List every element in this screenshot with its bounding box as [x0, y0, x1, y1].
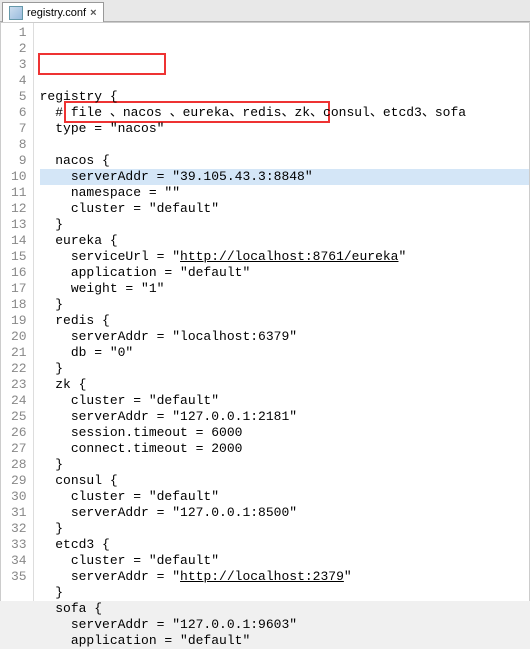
line-number: 9 — [11, 153, 27, 169]
line-number: 20 — [11, 329, 27, 345]
line-number: 11 — [11, 185, 27, 201]
line-number: 1 — [11, 25, 27, 41]
line-number: 24 — [11, 393, 27, 409]
highlight-box-type — [38, 53, 166, 75]
line-number: 14 — [11, 233, 27, 249]
line-number: 8 — [11, 137, 27, 153]
line-number: 33 — [11, 537, 27, 553]
file-tab[interactable]: registry.conf × — [2, 2, 104, 22]
line-number: 4 — [11, 73, 27, 89]
line-number: 35 — [11, 569, 27, 585]
line-number: 31 — [11, 505, 27, 521]
line-number: 3 — [11, 57, 27, 73]
line-number: 2 — [11, 41, 27, 57]
code-line[interactable]: } — [40, 217, 529, 233]
tab-filename: registry.conf — [27, 7, 86, 19]
code-line[interactable]: consul { — [40, 473, 529, 489]
line-number: 7 — [11, 121, 27, 137]
line-number-gutter: 1234567891011121314151617181920212223242… — [1, 23, 34, 601]
code-line[interactable]: } — [40, 297, 529, 313]
code-line[interactable]: application = "default" — [40, 633, 529, 649]
line-number: 18 — [11, 297, 27, 313]
line-number: 23 — [11, 377, 27, 393]
code-line[interactable]: serverAddr = "127.0.0.1:8500" — [40, 505, 529, 521]
line-number: 17 — [11, 281, 27, 297]
code-line[interactable]: application = "default" — [40, 265, 529, 281]
code-line[interactable]: connect.timeout = 2000 — [40, 441, 529, 457]
code-line[interactable]: serviceUrl = "http://localhost:8761/eure… — [40, 249, 529, 265]
code-line[interactable]: zk { — [40, 377, 529, 393]
code-line[interactable]: weight = "1" — [40, 281, 529, 297]
line-number: 19 — [11, 313, 27, 329]
line-number: 22 — [11, 361, 27, 377]
code-line[interactable]: serverAddr = "localhost:6379" — [40, 329, 529, 345]
line-number: 34 — [11, 553, 27, 569]
line-number: 29 — [11, 473, 27, 489]
code-line[interactable]: # file 、nacos 、eureka、redis、zk、consul、et… — [40, 105, 529, 121]
code-line[interactable]: sofa { — [40, 601, 529, 617]
code-line[interactable]: serverAddr = "127.0.0.1:9603" — [40, 617, 529, 633]
code-line[interactable]: } — [40, 585, 529, 601]
code-line[interactable]: serverAddr = "127.0.0.1:2181" — [40, 409, 529, 425]
code-line[interactable]: type = "nacos" — [40, 121, 529, 137]
code-line[interactable]: etcd3 { — [40, 537, 529, 553]
line-number: 25 — [11, 409, 27, 425]
line-number: 27 — [11, 441, 27, 457]
code-line[interactable] — [40, 137, 529, 153]
url-link[interactable]: http://localhost:8761/eureka — [180, 249, 398, 264]
line-number: 32 — [11, 521, 27, 537]
line-number: 12 — [11, 201, 27, 217]
url-link[interactable]: http://localhost:2379 — [180, 569, 344, 584]
line-number: 6 — [11, 105, 27, 121]
line-number: 10 — [11, 169, 27, 185]
line-number: 15 — [11, 249, 27, 265]
tab-bar: registry.conf × — [0, 0, 530, 22]
code-line[interactable]: namespace = "" — [40, 185, 529, 201]
code-line[interactable]: serverAddr = "http://localhost:2379" — [40, 569, 529, 585]
code-line[interactable]: registry { — [40, 89, 529, 105]
line-number: 21 — [11, 345, 27, 361]
code-line[interactable]: serverAddr = "39.105.43.3:8848" — [40, 169, 529, 185]
line-number: 5 — [11, 89, 27, 105]
line-number: 30 — [11, 489, 27, 505]
code-line[interactable]: redis { — [40, 313, 529, 329]
close-icon[interactable]: × — [90, 7, 96, 19]
code-line[interactable]: } — [40, 521, 529, 537]
line-number: 26 — [11, 425, 27, 441]
code-line[interactable]: cluster = "default" — [40, 489, 529, 505]
code-line[interactable]: cluster = "default" — [40, 201, 529, 217]
code-line[interactable]: cluster = "default" — [40, 553, 529, 569]
code-line[interactable]: } — [40, 361, 529, 377]
code-line[interactable]: } — [40, 457, 529, 473]
code-line[interactable]: eureka { — [40, 233, 529, 249]
file-icon — [9, 6, 23, 20]
line-number: 16 — [11, 265, 27, 281]
code-line[interactable]: db = "0" — [40, 345, 529, 361]
code-line[interactable]: nacos { — [40, 153, 529, 169]
line-number: 28 — [11, 457, 27, 473]
code-line[interactable]: session.timeout = 6000 — [40, 425, 529, 441]
code-area[interactable]: registry { # file 、nacos 、eureka、redis、z… — [34, 23, 529, 601]
code-editor[interactable]: 1234567891011121314151617181920212223242… — [0, 22, 530, 601]
line-number: 13 — [11, 217, 27, 233]
code-line[interactable]: cluster = "default" — [40, 393, 529, 409]
